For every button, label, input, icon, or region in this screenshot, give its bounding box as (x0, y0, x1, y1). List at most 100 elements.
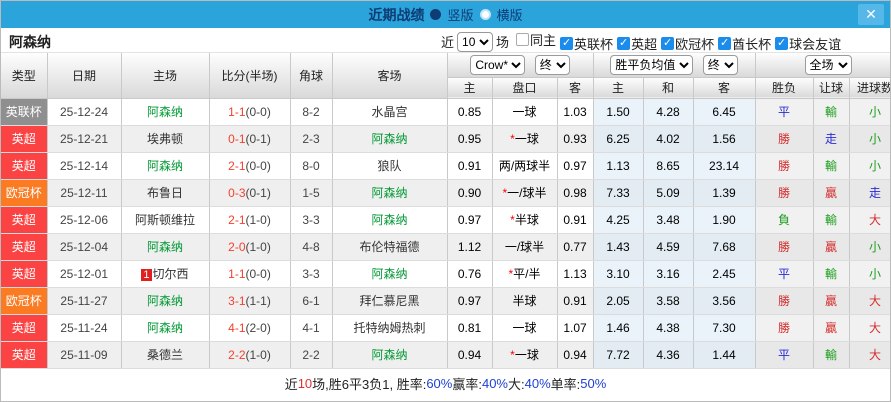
competition-filter-label[interactable]: 欧冠杯 (675, 34, 714, 53)
avg-lose: 1.90 (693, 206, 756, 234)
odds-away: 0.77 (557, 233, 594, 261)
sub-header-odds-away: 客 (557, 77, 594, 99)
radio-horizontal-label[interactable]: 横版 (497, 5, 523, 24)
competition-filter-label[interactable]: 同主 (530, 30, 556, 49)
handicap: *一球 (492, 125, 558, 153)
title-bar: 近期战绩 竖版 横版 ✕ (1, 1, 890, 28)
away-team: 阿森纳 (332, 260, 448, 288)
match-type-badge: 英联杯 (1, 98, 48, 126)
result-goals: 小 (849, 260, 890, 288)
final-odds-select-1[interactable]: 终 (534, 54, 570, 75)
odds-home: 0.90 (447, 179, 493, 207)
home-team: 阿森纳 (121, 314, 210, 342)
competition-filter-label[interactable]: 英联杯 (574, 34, 613, 53)
summary-part: 60% (426, 376, 453, 391)
avg-lose: 7.68 (693, 233, 756, 261)
summary-part: 近 (284, 377, 298, 392)
competition-filter[interactable]: ✓ 欧冠杯 (661, 34, 714, 53)
odds-away: 1.03 (557, 98, 594, 126)
avg-win: 1.43 (593, 233, 644, 261)
avg-odds-select[interactable]: 胜平负均值 (610, 54, 694, 75)
score: 0-1(0-1) (209, 125, 291, 153)
result-outcome: 平 (755, 260, 814, 288)
result-goals: 大 (849, 341, 890, 369)
col-header-away: 客场 (332, 53, 448, 99)
score: 1-1(0-0) (209, 260, 291, 288)
close-icon[interactable]: ✕ (858, 4, 884, 25)
sub-header-avg-win: 主 (593, 77, 644, 99)
score: 4-1(2-0) (209, 314, 291, 342)
handicap: *半球 (492, 206, 558, 234)
checkbox-checked-icon[interactable]: ✓ (661, 37, 675, 50)
avg-win: 7.33 (593, 179, 644, 207)
checkbox-checked-icon[interactable]: ✓ (718, 37, 732, 50)
avg-lose: 2.45 (693, 260, 756, 288)
result-outcome: 平 (755, 98, 814, 126)
radio-horizontal-layout[interactable] (479, 9, 491, 20)
panel-title: 近期战绩 (368, 6, 425, 23)
score: 2-1(0-0) (209, 152, 291, 180)
away-team: 阿森纳 (332, 125, 448, 153)
competition-filter-label[interactable]: 英超 (631, 34, 657, 53)
competition-filter-label[interactable]: 球会友谊 (789, 34, 841, 53)
near-label: 近 (441, 35, 455, 50)
match-type-badge: 英超 (1, 260, 48, 288)
fulltime-select[interactable]: 全场 (804, 54, 852, 75)
bookmaker-header-group: Crow* 终 (447, 53, 594, 78)
result-handicap: 輸 (813, 341, 850, 369)
games-count-select[interactable]: 10 (457, 31, 494, 52)
table-row: 欧冠杯 25-12-11 布鲁日 0-3(0-1) 1-5 阿森纳 0.90 *一/球半 0.9… (1, 179, 890, 207)
radio-vertical-layout[interactable] (430, 9, 442, 20)
corners: 8-0 (290, 152, 333, 180)
col-header-type: 类型 (1, 53, 48, 99)
competition-filter[interactable]: ✓ 英联杯 (560, 34, 613, 53)
result-handicap: 輸 (813, 152, 850, 180)
avg-draw: 4.59 (643, 233, 694, 261)
odds-home: 0.81 (447, 314, 493, 342)
home-star-icon: * (510, 213, 515, 227)
competition-filter[interactable]: ✓ 英超 (617, 34, 657, 53)
avg-win: 3.10 (593, 260, 644, 288)
match-date: 25-12-01 (47, 260, 122, 288)
rank-badge: 1 (141, 269, 152, 281)
handicap: 半球 (492, 287, 558, 315)
score: 0-3(0-1) (209, 179, 291, 207)
col-header-date: 日期 (47, 53, 122, 99)
away-team: 阿森纳 (332, 206, 448, 234)
sub-header-handicap-result: 让球 (813, 77, 850, 99)
recent-results-panel: 近期战绩 竖版 横版 ✕ 阿森纳 近 10 场 同主 ✓ 英联杯 ✓ 英超 ✓ 欧冠杯 ✓ 酋长… (0, 0, 891, 402)
final-odds-select-2[interactable]: 终 (702, 54, 738, 75)
avg-win: 1.50 (593, 98, 644, 126)
checkbox-checked-icon[interactable]: ✓ (560, 37, 574, 50)
avg-win: 1.46 (593, 314, 644, 342)
table-row: 欧冠杯 25-11-27 阿森纳 3-1(1-1) 6-1 拜仁慕尼黑 0.97 半球 0.91… (1, 287, 890, 315)
away-team: 阿森纳 (332, 341, 448, 369)
competition-filter[interactable]: ✓ 酋长杯 (718, 34, 771, 53)
competition-filter-label[interactable]: 酋长杯 (732, 34, 771, 53)
result-outcome: 平 (755, 341, 814, 369)
checkbox-checked-icon[interactable]: ✓ (775, 37, 789, 50)
corners: 4-1 (290, 314, 333, 342)
competition-filter[interactable]: 同主 (516, 30, 556, 49)
odds-home: 0.95 (447, 125, 493, 153)
summary-part: 单率: (550, 377, 581, 392)
avg-win: 6.25 (593, 125, 644, 153)
summary-line: 近 10 场,胜6平3负1, 胜率: 60% 赢率: 40% 大: 40% 单率: 50% (1, 369, 890, 399)
corners: 2-2 (290, 341, 333, 369)
radio-vertical-label[interactable]: 竖版 (447, 5, 473, 24)
competition-filter[interactable]: ✓ 球会友谊 (775, 34, 841, 53)
checkbox-unchecked-icon[interactable] (516, 33, 530, 46)
result-outcome: 勝 (755, 179, 814, 207)
sub-header-result: 胜负 (755, 77, 814, 99)
summary-part: 大: (508, 377, 525, 392)
avg-draw: 3.58 (643, 287, 694, 315)
score: 2-0(1-0) (209, 233, 291, 261)
odds-away: 0.91 (557, 206, 594, 234)
bookmaker-select[interactable]: Crow* (470, 54, 526, 75)
checkbox-checked-icon[interactable]: ✓ (617, 37, 631, 50)
result-goals: 大 (849, 314, 890, 342)
match-type-badge: 英超 (1, 206, 48, 234)
corners: 1-5 (290, 179, 333, 207)
match-date: 25-12-14 (47, 152, 122, 180)
home-star-icon: * (502, 186, 508, 200)
